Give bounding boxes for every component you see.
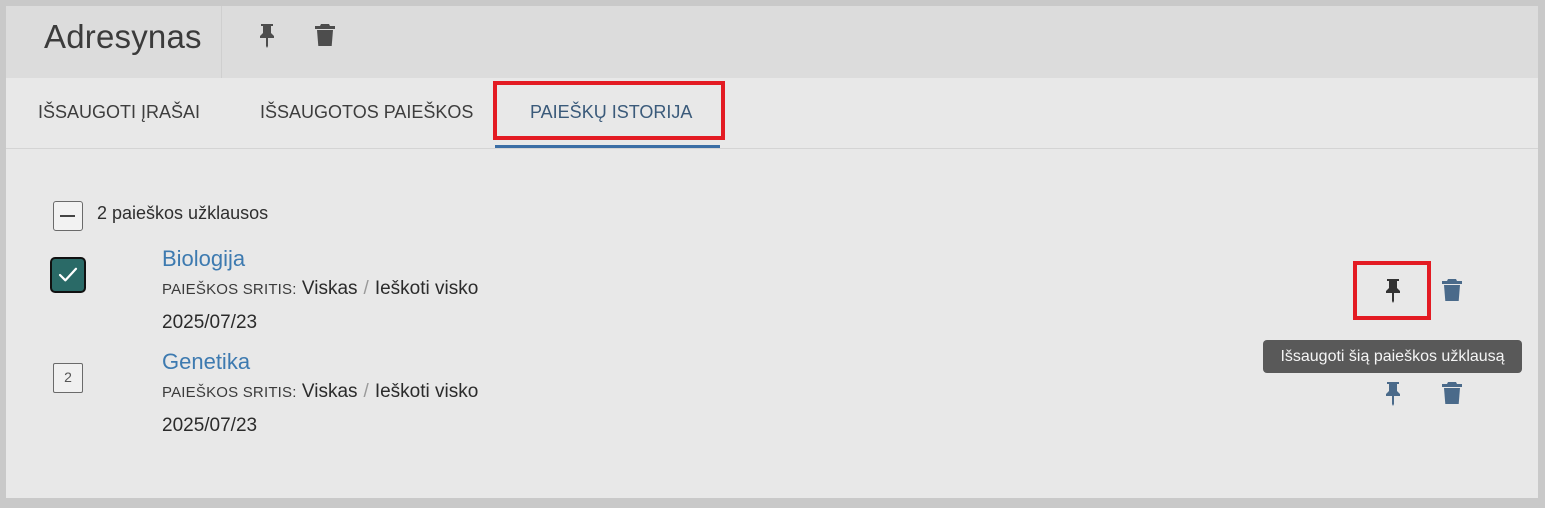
scope-separator: / xyxy=(363,381,369,402)
trash-icon[interactable] xyxy=(1441,277,1463,303)
entry-title-link[interactable]: Genetika xyxy=(162,349,250,375)
tooltip: Išsaugoti šią paieškos užklausą xyxy=(1263,340,1522,373)
entry-scope: PAIEŠKOS SRITIS: Viskas / Ieškoti visko xyxy=(162,381,478,403)
entry-scope: PAIEŠKOS SRITIS: Viskas / Ieškoti visko xyxy=(162,278,478,300)
favorites-panel: Adresynas IŠSAUGOTI ĮRAŠAI IŠSAUGOTOS PA… xyxy=(6,6,1538,498)
panel-header: Adresynas xyxy=(6,6,1538,78)
tab-saved-searches[interactable]: IŠSAUGOTOS PAIEŠKOS xyxy=(260,78,473,148)
pin-icon[interactable] xyxy=(255,22,279,48)
scope-separator: / xyxy=(363,278,369,299)
tab-bar: IŠSAUGOTI ĮRAŠAI IŠSAUGOTOS PAIEŠKOS PAI… xyxy=(6,78,1538,149)
tab-search-history[interactable]: PAIEŠKŲ ISTORIJA xyxy=(530,78,692,148)
title-cell: Adresynas xyxy=(6,6,222,78)
checkmark-icon xyxy=(58,267,78,282)
entry-date: 2025/07/23 xyxy=(162,415,258,436)
trash-icon[interactable] xyxy=(1441,380,1463,406)
scope-value: Viskas xyxy=(301,278,358,299)
tab-saved-records[interactable]: IŠSAUGOTI ĮRAŠAI xyxy=(38,78,200,148)
pin-icon[interactable] xyxy=(1382,380,1404,406)
scope-mode: Ieškoti visko xyxy=(374,381,479,402)
trash-icon[interactable] xyxy=(313,22,337,48)
entry-index-box[interactable]: 2 xyxy=(53,363,83,393)
entry-title-link[interactable]: Biologija xyxy=(162,246,245,272)
entry-checkbox[interactable] xyxy=(50,257,86,293)
entry-date: 2025/07/23 xyxy=(162,312,258,333)
group-count-label: 2 paieškos užklausos xyxy=(97,203,269,223)
minus-icon xyxy=(60,215,75,217)
scope-value: Viskas xyxy=(301,381,358,402)
scope-mode: Ieškoti visko xyxy=(374,278,479,299)
pin-icon[interactable] xyxy=(1382,277,1404,303)
page-title: Adresynas xyxy=(44,18,202,55)
scope-label: PAIEŠKOS SRITIS: xyxy=(162,384,297,401)
collapse-toggle[interactable] xyxy=(53,201,83,231)
scope-label: PAIEŠKOS SRITIS: xyxy=(162,281,297,298)
active-tab-underline xyxy=(495,145,720,148)
